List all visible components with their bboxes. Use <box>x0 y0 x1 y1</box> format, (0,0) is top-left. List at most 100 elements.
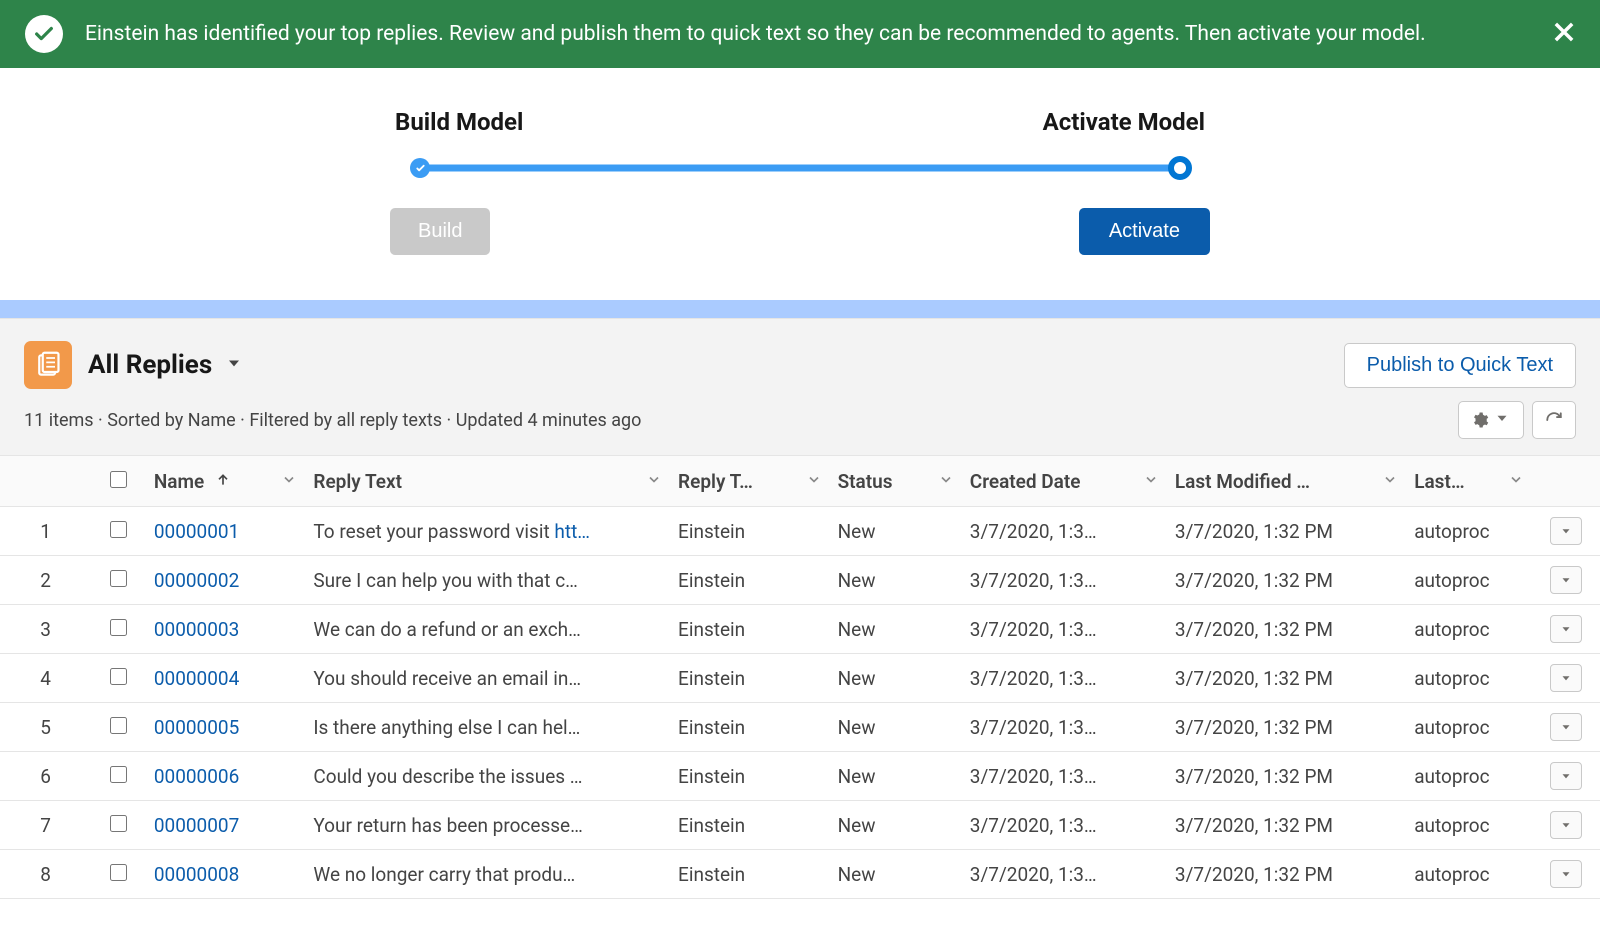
build-button[interactable]: Build <box>390 208 490 255</box>
row-action-cell <box>1532 752 1600 801</box>
success-icon <box>25 15 63 53</box>
chevron-down-icon[interactable] <box>938 470 954 493</box>
stage-label-activate: Activate Model <box>1043 108 1205 136</box>
row-modified: 3/7/2020, 1:32 PM <box>1167 556 1406 605</box>
row-reply-t: Einstein <box>670 605 830 654</box>
row-status: New <box>830 801 962 850</box>
row-checkbox[interactable] <box>110 815 127 832</box>
row-name[interactable]: 00000004 <box>146 654 306 703</box>
row-checkbox[interactable] <box>110 668 127 685</box>
row-name[interactable]: 00000002 <box>146 556 306 605</box>
list-title[interactable]: All Replies <box>88 350 212 380</box>
select-all-checkbox[interactable] <box>110 471 127 488</box>
row-checkbox-cell[interactable] <box>91 507 146 556</box>
row-action-menu[interactable] <box>1550 566 1582 594</box>
row-action-menu[interactable] <box>1550 664 1582 692</box>
divider-band <box>0 300 1600 318</box>
row-checkbox-cell[interactable] <box>91 801 146 850</box>
col-header-status[interactable]: Status <box>830 456 962 507</box>
chevron-down-icon[interactable] <box>1143 470 1159 493</box>
row-action-menu[interactable] <box>1550 811 1582 839</box>
row-name[interactable]: 00000007 <box>146 801 306 850</box>
list-view: All Replies Publish to Quick Text 11 ite… <box>0 318 1600 899</box>
row-action-menu[interactable] <box>1550 860 1582 888</box>
row-modified: 3/7/2020, 1:32 PM <box>1167 654 1406 703</box>
col-header-created[interactable]: Created Date <box>962 456 1167 507</box>
row-action-menu[interactable] <box>1550 713 1582 741</box>
row-reply-text: Is there anything else I can hel… <box>305 703 670 752</box>
col-header-reply-t[interactable]: Reply T… <box>670 456 830 507</box>
row-action-menu[interactable] <box>1550 517 1582 545</box>
col-header-name[interactable]: Name <box>146 456 306 507</box>
row-checkbox[interactable] <box>110 619 127 636</box>
row-last: autoproc <box>1406 605 1531 654</box>
row-number: 3 <box>0 605 91 654</box>
col-header-reply-text[interactable]: Reply Text <box>305 456 670 507</box>
col-header-modified[interactable]: Last Modified … <box>1167 456 1406 507</box>
activate-button[interactable]: Activate <box>1079 208 1210 255</box>
row-status: New <box>830 507 962 556</box>
col-header-number <box>0 456 91 507</box>
row-last: autoproc <box>1406 556 1531 605</box>
row-modified: 3/7/2020, 1:32 PM <box>1167 605 1406 654</box>
chevron-down-icon[interactable] <box>1508 470 1524 493</box>
model-stage: Build Model Activate Model Build Activat… <box>0 68 1600 300</box>
stage-label-build: Build Model <box>395 108 523 136</box>
chevron-down-icon[interactable] <box>224 353 244 377</box>
row-last: autoproc <box>1406 801 1531 850</box>
col-header-select-all[interactable] <box>91 456 146 507</box>
chevron-down-icon[interactable] <box>281 470 297 493</box>
table-row: 500000005Is there anything else I can he… <box>0 703 1600 752</box>
stage-track <box>410 158 1190 178</box>
row-reply-t: Einstein <box>670 507 830 556</box>
row-status: New <box>830 703 962 752</box>
row-checkbox[interactable] <box>110 717 127 734</box>
stage-node-build <box>410 158 430 178</box>
row-name[interactable]: 00000003 <box>146 605 306 654</box>
row-checkbox-cell[interactable] <box>91 850 146 899</box>
row-created: 3/7/2020, 1:3… <box>962 556 1167 605</box>
row-reply-t: Einstein <box>670 556 830 605</box>
row-action-menu[interactable] <box>1550 615 1582 643</box>
row-checkbox-cell[interactable] <box>91 605 146 654</box>
row-checkbox-cell[interactable] <box>91 703 146 752</box>
row-modified: 3/7/2020, 1:32 PM <box>1167 801 1406 850</box>
row-last: autoproc <box>1406 752 1531 801</box>
chevron-down-icon[interactable] <box>1382 470 1398 493</box>
row-created: 3/7/2020, 1:3… <box>962 752 1167 801</box>
row-checkbox[interactable] <box>110 864 127 881</box>
col-header-last[interactable]: Last… <box>1406 456 1531 507</box>
row-checkbox[interactable] <box>110 570 127 587</box>
col-header-actions <box>1532 456 1600 507</box>
row-name[interactable]: 00000005 <box>146 703 306 752</box>
row-name[interactable]: 00000008 <box>146 850 306 899</box>
table-row: 800000008We no longer carry that produ…E… <box>0 850 1600 899</box>
chevron-down-icon[interactable] <box>646 470 662 493</box>
row-name[interactable]: 00000006 <box>146 752 306 801</box>
publish-to-quick-text-button[interactable]: Publish to Quick Text <box>1344 343 1576 388</box>
row-reply-text: Could you describe the issues … <box>305 752 670 801</box>
row-checkbox-cell[interactable] <box>91 556 146 605</box>
sort-ascending-icon <box>215 470 231 493</box>
table-row: 400000004You should receive an email in…… <box>0 654 1600 703</box>
row-reply-text: Your return has been processe… <box>305 801 670 850</box>
refresh-button[interactable] <box>1532 401 1576 439</box>
row-checkbox-cell[interactable] <box>91 752 146 801</box>
row-number: 6 <box>0 752 91 801</box>
row-checkbox[interactable] <box>110 766 127 783</box>
row-action-menu[interactable] <box>1550 762 1582 790</box>
row-name[interactable]: 00000001 <box>146 507 306 556</box>
row-created: 3/7/2020, 1:3… <box>962 801 1167 850</box>
row-action-cell <box>1532 801 1600 850</box>
row-modified: 3/7/2020, 1:32 PM <box>1167 507 1406 556</box>
row-checkbox[interactable] <box>110 521 127 538</box>
list-settings-button[interactable] <box>1458 401 1524 439</box>
row-reply-text: We can do a refund or an exch… <box>305 605 670 654</box>
chevron-down-icon[interactable] <box>806 470 822 493</box>
close-icon[interactable] <box>1550 18 1578 50</box>
row-reply-text: You should receive an email in… <box>305 654 670 703</box>
row-number: 7 <box>0 801 91 850</box>
row-reply-t: Einstein <box>670 703 830 752</box>
row-checkbox-cell[interactable] <box>91 654 146 703</box>
table-row: 700000007Your return has been processe…E… <box>0 801 1600 850</box>
